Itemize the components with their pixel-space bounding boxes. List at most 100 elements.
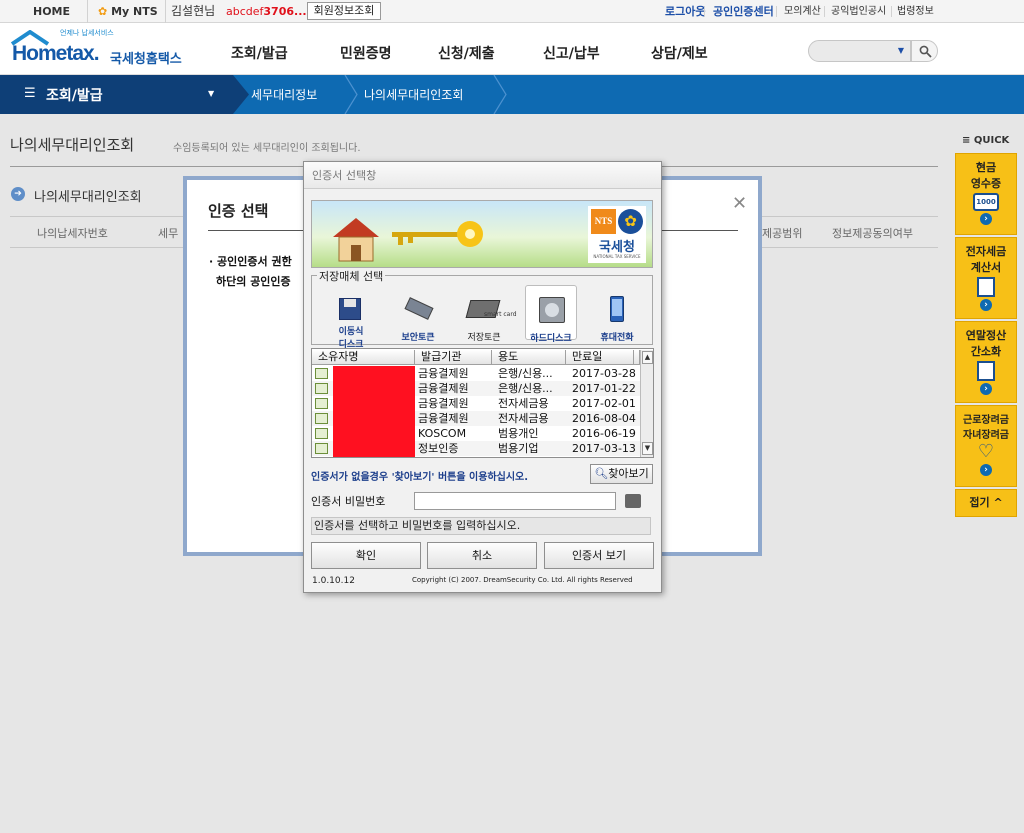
hamburger-icon: ☰	[24, 86, 36, 101]
media-hard-disk[interactable]: 하드디스크	[525, 285, 577, 344]
page-title: 나의세무대리인조회	[10, 136, 135, 154]
removable-disk-icon	[325, 294, 377, 324]
user-name: 김설현님	[171, 4, 216, 18]
close-icon[interactable]: ✕	[732, 193, 747, 214]
heart-icon: ♡	[977, 441, 995, 462]
col-scope: 제공범위	[762, 227, 803, 240]
section-title: 나의세무대리인조회	[34, 190, 142, 205]
media-legend: 저장매체 선택	[317, 268, 386, 284]
section-bullet-icon: ➔	[11, 187, 25, 201]
copyright-label: Copyright (C) 2007. DreamSecurity Co. Lt…	[412, 576, 633, 584]
password-input[interactable]	[414, 492, 616, 510]
cert-select-dialog: 인증서 선택창 NTS ✿ 국세청 NATIONAL TAX SERVICE 저…	[303, 161, 662, 593]
calculator-icon	[977, 361, 995, 381]
col-usage[interactable]: 용도	[492, 350, 566, 365]
logout-link[interactable]: 로그아웃	[665, 0, 705, 23]
browse-notice: 인증서가 없을경우 '찾아보기' 버튼을 이용하십시오.	[311, 472, 529, 483]
gnb-report[interactable]: 신고/납부	[543, 43, 600, 63]
media-mobile-phone[interactable]: 휴대전화	[591, 294, 643, 343]
media-removable-disk[interactable]: 이동식 디스크	[325, 294, 377, 350]
quick-collapse-button[interactable]: 접기 ^	[955, 489, 1017, 517]
hard-disk-icon	[526, 295, 576, 325]
gnb-counsel[interactable]: 상담/제보	[651, 43, 708, 63]
arrow-right-icon: ›	[980, 213, 992, 225]
menu-toggle[interactable]: ☰ 조회/발급 ▼	[0, 75, 233, 114]
scroll-up-icon[interactable]: ▲	[642, 351, 653, 364]
certificate-icon	[315, 368, 328, 379]
flower-icon: ✿	[98, 5, 108, 18]
scroll-down-icon[interactable]: ▼	[642, 442, 653, 455]
col-tax: 세무	[158, 227, 179, 240]
breadcrumb-tax-agent[interactable]: 세무대리정보	[251, 86, 317, 103]
media-smart-card[interactable]: smart card 저장토큰	[458, 294, 517, 343]
quick-incentive[interactable]: 근로장려금 자녀장려금 ♡ ›	[955, 405, 1017, 487]
chevron-up-icon: ^	[993, 496, 1003, 509]
location-bar: ☰ 조회/발급 ▼ 세무대리정보 나의세무대리인조회	[0, 75, 1024, 114]
view-cert-button[interactable]: 인증서 보기	[544, 542, 654, 569]
auth-line-1: 공인인증서 권한	[217, 255, 292, 268]
nts-banner: NTS ✿ 국세청 NATIONAL TAX SERVICE	[311, 200, 653, 268]
top-utility-bar: HOME ✿ My NTS 김설현님 abcdef3706... 회원정보조회 …	[0, 0, 1024, 23]
quick-e-invoice[interactable]: 전자세금 계산서 ›	[955, 237, 1017, 319]
quick-menu: ≡ QUICK 현금 영수증 1000 › 전자세금 계산서 › 연말정산 간소…	[954, 130, 1018, 520]
search-input[interactable]: ▼	[808, 40, 911, 62]
arrow-right-icon: ›	[980, 464, 992, 476]
member-info-button[interactable]: 회원정보조회	[307, 2, 381, 20]
certificate-icon	[315, 428, 328, 439]
certificate-icon	[315, 383, 328, 394]
cert-list-scrollbar[interactable]: ▲ ▼	[640, 350, 653, 457]
search-button[interactable]	[911, 40, 938, 62]
modal-title: 인증 선택	[208, 202, 269, 220]
gnb-apply[interactable]: 신청/제출	[438, 43, 495, 63]
owner-redaction	[333, 366, 415, 457]
security-token-icon	[392, 294, 444, 324]
smart-card-icon: smart card	[458, 294, 517, 324]
col-consent: 정보제공동의여부	[832, 227, 913, 240]
media-security-token[interactable]: 보안토큰	[392, 294, 444, 343]
certificate-icon	[315, 413, 328, 424]
user-id: abcdef3706...	[226, 5, 307, 18]
dropdown-arrow-icon[interactable]: ▼	[898, 46, 904, 55]
quick-cash-receipt[interactable]: 현금 영수증 1000 ›	[955, 153, 1017, 235]
version-label: 1.0.10.12	[312, 576, 355, 586]
ok-button[interactable]: 확인	[311, 542, 421, 569]
browse-button[interactable]: 🔍︎찾아보기	[590, 464, 653, 484]
house-icon	[333, 218, 379, 262]
certificate-icon	[315, 398, 328, 409]
col-expiry[interactable]: 만료일	[566, 350, 634, 365]
caret-down-icon: ▼	[208, 89, 215, 98]
quick-year-end[interactable]: 연말정산 간소화 ›	[955, 321, 1017, 403]
gnb-certificate[interactable]: 민원증명	[340, 43, 392, 63]
mock-calc-link[interactable]: 모의계산	[784, 0, 821, 23]
hometax-logo[interactable]: 언제나 납세서비스 Hometax. 국세청홈택스	[10, 28, 190, 70]
col-taxpayer-no: 나의납세자번호	[37, 227, 108, 240]
cert-list[interactable]: 소유자명 발급기관 용도 만료일 금융결제원 은행/신용... 2017-03-28…	[311, 348, 654, 458]
public-corp-link[interactable]: 공익법인공시	[831, 0, 886, 23]
receipt-icon: 1000	[973, 193, 999, 211]
search-icon	[919, 45, 932, 58]
flower-emblem-icon: ✿	[618, 209, 643, 234]
auth-line-2: 하단의 공인인증	[216, 275, 291, 288]
menu-label: 조회/발급	[46, 88, 103, 104]
quick-header: ≡ QUICK	[962, 135, 1010, 146]
main-header: 언제나 납세서비스 Hometax. 국세청홈택스 조회/발급 민원증명 신청/…	[0, 23, 1024, 75]
mobile-phone-icon	[591, 294, 643, 324]
media-select-group: 저장매체 선택 이동식 디스크 보안토큰 smart card 저장토큰 하드디…	[311, 268, 653, 350]
col-owner[interactable]: 소유자명	[312, 350, 415, 365]
cancel-button[interactable]: 취소	[427, 542, 537, 569]
mynts-link[interactable]: ✿ My NTS	[98, 0, 158, 23]
magnifier-icon: 🔍︎	[594, 467, 609, 480]
breadcrumb-my-agent[interactable]: 나의세무대리인조회	[364, 86, 463, 103]
nts-logo: NTS ✿ 국세청 NATIONAL TAX SERVICE	[588, 206, 646, 263]
gnb-inquiry[interactable]: 조회/발급	[231, 43, 288, 63]
status-message: 인증서를 선택하고 비밀번호를 입력하십시오.	[311, 517, 651, 535]
col-issuer[interactable]: 발급기관	[415, 350, 492, 365]
arrow-right-icon: ›	[980, 299, 992, 311]
law-info-link[interactable]: 법령정보	[897, 0, 934, 23]
keyboard-icon[interactable]	[625, 494, 641, 508]
key-icon	[392, 221, 483, 247]
cert-center-link[interactable]: 공인인증센터	[713, 0, 774, 23]
home-link[interactable]: HOME	[33, 0, 70, 23]
dialog-title: 인증서 선택창	[304, 162, 661, 189]
certificate-icon	[315, 443, 328, 454]
